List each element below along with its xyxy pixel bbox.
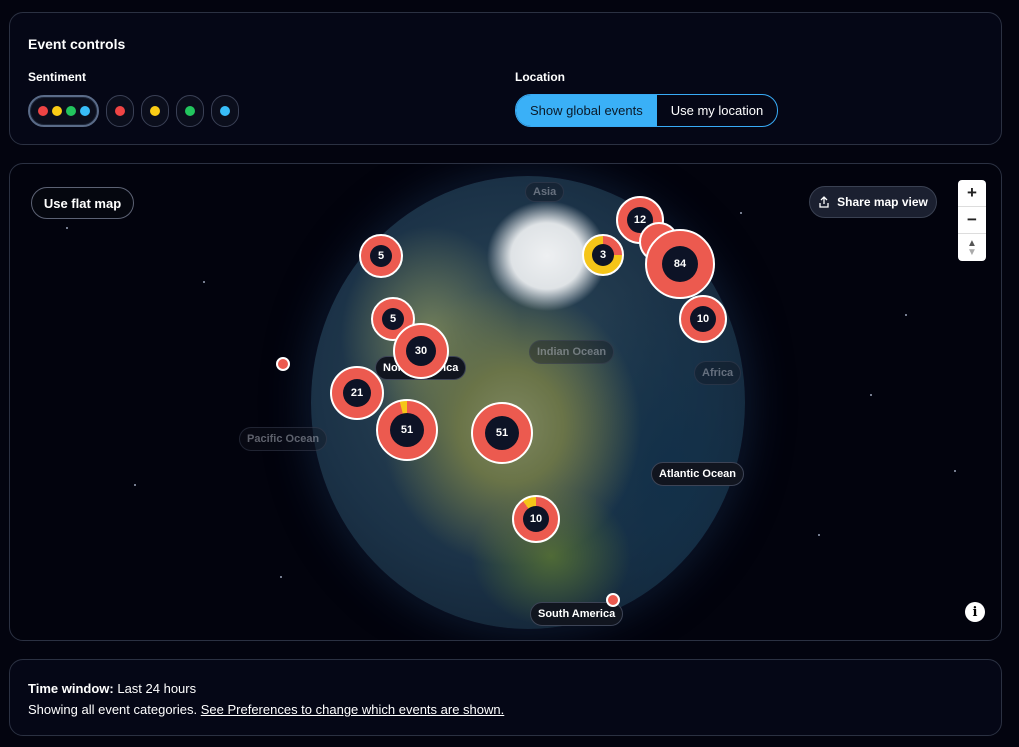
star [134, 484, 136, 486]
share-icon [819, 196, 829, 208]
time-window-panel: Time window: Last 24 hours Showing all e… [9, 659, 1002, 736]
star [203, 281, 205, 283]
time-window-label: Time window: [28, 681, 114, 696]
sentiment-info-button[interactable] [211, 95, 239, 127]
event-cluster[interactable]: 5 [359, 234, 403, 278]
info-icon[interactable]: i [965, 602, 985, 622]
cluster-count: 5 [370, 245, 392, 267]
zoom-out-button[interactable]: − [958, 207, 986, 234]
sentiment-filter [28, 95, 239, 127]
map-label-asia: Asia [525, 182, 565, 202]
categories-row: Showing all event categories. See Prefer… [28, 702, 504, 717]
share-map-view-button[interactable]: Share map view [809, 186, 937, 218]
sentiment-negative-button[interactable] [106, 95, 134, 127]
star [66, 227, 68, 229]
star [280, 576, 282, 578]
cluster-count: 10 [690, 306, 716, 332]
location-toggle: Show global events Use my location [515, 94, 779, 127]
event-cluster[interactable]: 51 [376, 399, 438, 461]
cluster-count: 51 [390, 413, 424, 447]
event-controls-panel: Event controls Sentiment Location Show g… [9, 12, 1002, 145]
event-cluster[interactable]: 3 [582, 234, 624, 276]
map-label-africa: Africa [694, 361, 742, 385]
sentiment-label: Sentiment [28, 70, 87, 84]
event-cluster[interactable]: 10 [512, 495, 560, 543]
sentiment-neutral-button[interactable] [141, 95, 169, 127]
preferences-link[interactable]: See Preferences to change which events a… [201, 702, 505, 717]
star [818, 534, 820, 536]
cluster-count: 30 [406, 336, 436, 366]
zoom-in-button[interactable]: + [958, 180, 986, 207]
cluster-count: 5 [382, 308, 404, 330]
info-dot-icon [79, 106, 90, 116]
map-label-atlantic-ocean: Atlantic Ocean [651, 462, 745, 486]
star [870, 394, 872, 396]
negative-dot-icon [115, 106, 125, 116]
star [740, 212, 742, 214]
neutral-dot-icon [51, 106, 62, 116]
map-panel[interactable]: Asia Indian Ocean Africa Pacific Ocean N… [9, 163, 1002, 641]
show-global-events-button[interactable]: Show global events [516, 95, 657, 126]
cluster-count: 84 [662, 246, 698, 282]
cluster-count: 10 [523, 506, 549, 532]
compass-south-icon: ▼ [967, 246, 977, 258]
cluster-count: 21 [343, 379, 371, 407]
cluster-count: 51 [485, 416, 519, 450]
event-controls-title: Event controls [28, 36, 126, 52]
sentiment-all-button[interactable] [28, 95, 99, 127]
info-dot-icon [220, 106, 230, 116]
time-window-row: Time window: Last 24 hours [28, 681, 196, 696]
event-cluster[interactable]: 10 [679, 295, 727, 343]
event-cluster[interactable]: 51 [471, 402, 533, 464]
map-label-pacific-ocean: Pacific Ocean [239, 427, 328, 451]
positive-dot-icon [185, 106, 195, 116]
event-cluster[interactable]: 84 [645, 229, 715, 299]
time-window-value: Last 24 hours [117, 681, 197, 696]
event-cluster[interactable]: 30 [393, 323, 449, 379]
single-event-marker[interactable] [276, 357, 290, 371]
map-label-indian-ocean: Indian Ocean [529, 340, 615, 364]
positive-dot-icon [65, 106, 76, 116]
event-cluster[interactable]: 21 [330, 366, 384, 420]
cluster-count: 3 [592, 244, 614, 266]
neutral-dot-icon [150, 106, 160, 116]
use-my-location-button[interactable]: Use my location [657, 95, 777, 126]
sentiment-positive-button[interactable] [176, 95, 204, 127]
star [905, 314, 907, 316]
share-map-view-label: Share map view [837, 195, 928, 209]
compass-reset-button[interactable]: ▲ ▼ [958, 234, 986, 261]
zoom-controls: + − ▲ ▼ [958, 180, 986, 261]
single-event-marker[interactable] [606, 593, 620, 607]
star [954, 470, 956, 472]
location-label: Location [515, 70, 565, 84]
negative-dot-icon [37, 106, 48, 116]
use-flat-map-button[interactable]: Use flat map [31, 187, 134, 219]
categories-text: Showing all event categories. [28, 702, 198, 717]
